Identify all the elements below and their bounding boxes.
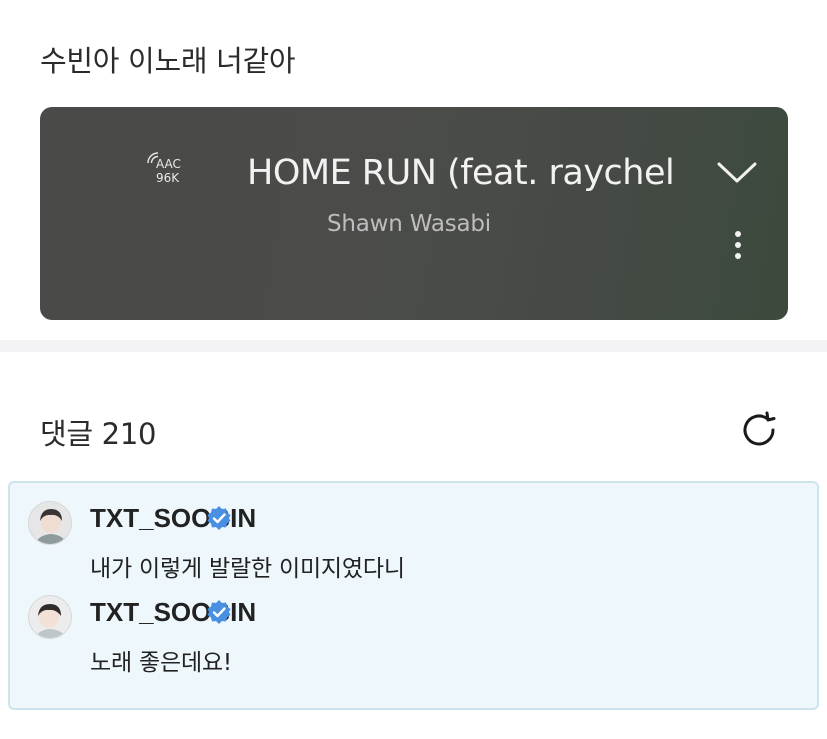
avatar-image <box>29 502 71 544</box>
comment-text: 내가 이렇게 발랄한 이미지였다니 <box>90 556 405 582</box>
avatar[interactable] <box>28 595 72 639</box>
audio-quality-badge: AAC 96K <box>146 151 196 191</box>
codec-label: AAC <box>156 157 181 171</box>
highlighted-comments: TXT_SOOBIN 내가 이렇게 발랄한 이미지였다니 TXT_SOOBIN … <box>8 481 819 710</box>
post-text: 수빈아 이노래 너같아 <box>40 44 296 78</box>
verified-badge-icon <box>207 506 231 530</box>
comment-count-header: 댓글 210 <box>40 417 157 451</box>
music-player-card[interactable]: AAC 96K HOME RUN (feat. raychel Shawn Wa… <box>40 107 788 320</box>
avatar-image <box>29 596 71 638</box>
verified-badge-icon <box>207 600 231 624</box>
comment-text: 노래 좋은데요! <box>90 650 232 676</box>
bitrate-label: 96K <box>156 171 180 185</box>
avatar[interactable] <box>28 501 72 545</box>
chevron-down-icon[interactable] <box>716 160 758 186</box>
song-title: HOME RUN (feat. raychel <box>247 153 675 193</box>
more-vertical-icon[interactable] <box>730 229 746 265</box>
section-divider <box>0 340 827 352</box>
artist-name: Shawn Wasabi <box>327 211 492 237</box>
refresh-icon[interactable] <box>740 410 780 450</box>
